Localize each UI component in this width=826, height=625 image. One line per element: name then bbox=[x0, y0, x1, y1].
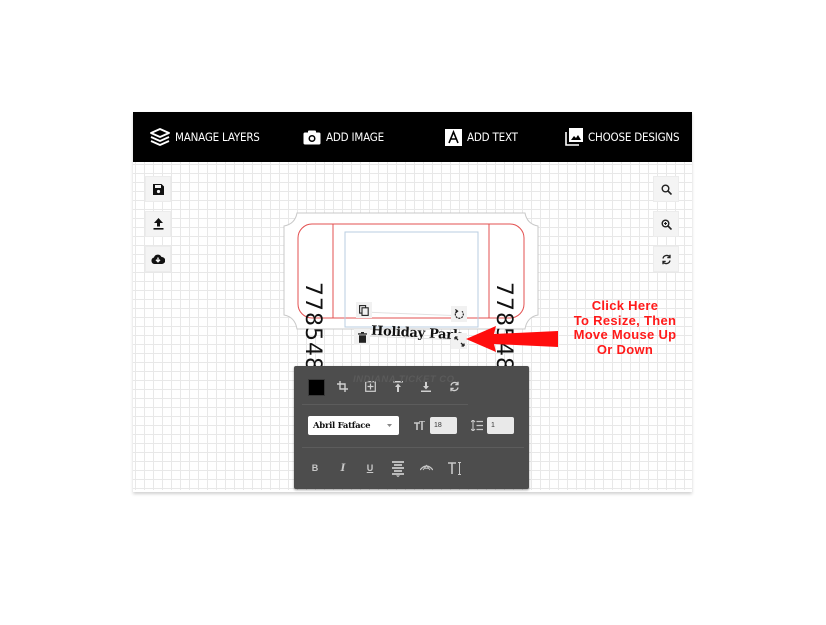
add-text-button[interactable]: ADD TEXT bbox=[445, 112, 518, 162]
reset-view-button[interactable] bbox=[653, 246, 679, 272]
choose-designs-button[interactable]: CHOOSE DESIGNS bbox=[565, 112, 680, 162]
gallery-icon bbox=[565, 128, 583, 146]
text-cursor-button[interactable] bbox=[447, 460, 463, 476]
crop-button[interactable] bbox=[334, 378, 350, 394]
ticket-footer-text: INDIANA TICKET CO. bbox=[353, 374, 458, 385]
curve-text-button[interactable] bbox=[419, 461, 433, 475]
duplicate-handle[interactable] bbox=[356, 302, 372, 318]
crop-icon bbox=[336, 380, 348, 392]
save-button[interactable] bbox=[145, 176, 171, 202]
curve-text-icon bbox=[419, 464, 433, 471]
cloud-download-button[interactable] bbox=[145, 246, 171, 272]
refresh-icon bbox=[661, 254, 671, 264]
line-height-icon bbox=[471, 420, 483, 431]
color-swatch[interactable] bbox=[308, 379, 325, 396]
annotation-arrow bbox=[466, 326, 558, 352]
panel-divider bbox=[302, 404, 468, 405]
zoom-in-icon bbox=[661, 219, 672, 230]
italic-button[interactable]: I bbox=[336, 461, 350, 475]
zoom-out-button[interactable] bbox=[653, 176, 679, 202]
search-icon bbox=[661, 184, 672, 195]
annotation-line: Click Here bbox=[591, 298, 659, 313]
align-center-button[interactable] bbox=[391, 460, 405, 478]
font-size-input[interactable] bbox=[430, 417, 457, 434]
top-toolbar: MANAGE LAYERS ADD IMAGE ADD TEXT CHOOSE … bbox=[133, 112, 692, 162]
upload-icon bbox=[153, 218, 163, 230]
text-cursor-icon bbox=[448, 461, 461, 475]
save-icon bbox=[152, 183, 164, 195]
annotation-line: Move Mouse Up bbox=[573, 327, 677, 342]
manage-layers-label: MANAGE LAYERS bbox=[175, 130, 260, 144]
copy-icon bbox=[359, 304, 369, 316]
add-text-label: ADD TEXT bbox=[467, 130, 518, 144]
add-image-button[interactable]: ADD IMAGE bbox=[303, 112, 384, 162]
zoom-in-button[interactable] bbox=[653, 211, 679, 237]
chevron-down-icon bbox=[387, 424, 392, 427]
align-center-icon bbox=[392, 461, 404, 477]
camera-icon bbox=[303, 130, 321, 144]
font-size-icon bbox=[414, 421, 425, 430]
manage-layers-button[interactable]: MANAGE LAYERS bbox=[150, 112, 260, 162]
upload-button[interactable] bbox=[145, 211, 171, 237]
choose-designs-label: CHOOSE DESIGNS bbox=[588, 130, 680, 144]
rotate-handle[interactable] bbox=[451, 306, 467, 322]
bold-button[interactable]: B bbox=[308, 461, 322, 475]
cloud-download-icon bbox=[151, 254, 165, 264]
ticket-number-left: 778548 bbox=[300, 282, 325, 372]
resize-arrows-icon bbox=[453, 335, 465, 347]
font-family-value: Abril Fatface bbox=[313, 420, 371, 431]
underline-button[interactable]: U bbox=[363, 461, 377, 475]
add-image-label: ADD IMAGE bbox=[326, 130, 384, 144]
font-family-select[interactable]: Abril Fatface bbox=[308, 416, 399, 435]
line-height-input[interactable] bbox=[487, 417, 514, 434]
layers-icon bbox=[150, 128, 170, 146]
trash-icon bbox=[357, 331, 367, 343]
delete-handle[interactable] bbox=[354, 329, 370, 345]
annotation-line: Or Down bbox=[596, 341, 654, 357]
annotation-text: Click Here To Resize, Then Move Mouse Up… bbox=[555, 298, 695, 357]
resize-handle[interactable] bbox=[451, 333, 467, 349]
text-a-icon bbox=[445, 128, 462, 146]
panel-divider bbox=[302, 447, 524, 448]
annotation-line: To Resize, Then bbox=[573, 312, 677, 328]
rotate-icon bbox=[454, 308, 464, 319]
